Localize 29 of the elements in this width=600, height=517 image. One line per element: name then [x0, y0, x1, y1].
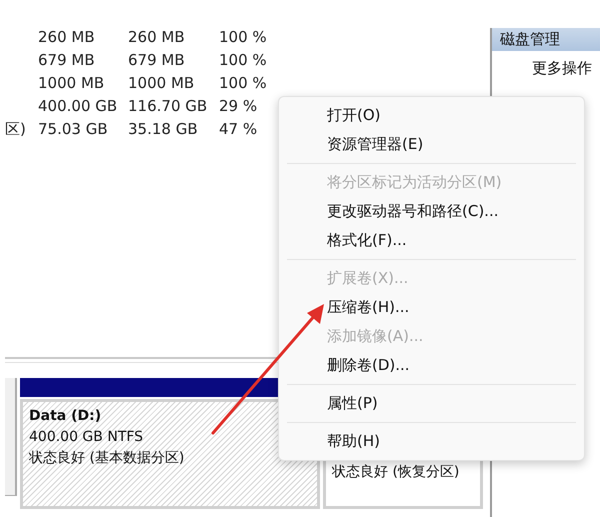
table-cell-text: 116.70 GB	[128, 96, 208, 114]
table-cell-text: 100 %	[219, 74, 268, 92]
partition-size: 400.00 GB NTFS	[29, 428, 144, 447]
table-cell-text: 100 %	[219, 50, 268, 68]
partition-status: 状态良好 (基本数据分区)	[29, 449, 186, 468]
table-cell-text: 400.00 GB	[38, 96, 118, 114]
table-cell-text: 260 MB	[128, 28, 186, 46]
menu-item[interactable]: 格式化(F)...	[279, 226, 584, 255]
action-link[interactable]: 更多操作	[492, 51, 600, 78]
menu-item[interactable]: 压缩卷(H)...	[279, 293, 584, 322]
partition-name: Data (D:)	[29, 407, 102, 426]
table-cell-text: 260 MB	[38, 28, 96, 46]
table-cell-text: 47 %	[219, 120, 258, 138]
actions-header: 磁盘管理	[492, 28, 600, 51]
table-cell-text: 75.03 GB	[38, 120, 109, 138]
table-cell-text: 29 %	[219, 96, 258, 114]
table-cell-text: 679 MB	[128, 50, 186, 68]
menu-item[interactable]: 删除卷(D)...	[279, 351, 584, 380]
table-cell-text: 1000 MB	[38, 74, 106, 92]
table-cell: 区)	[5, 120, 26, 138]
table-cell-text: 100 %	[219, 28, 268, 46]
menu-item[interactable]: 资源管理器(E)	[279, 130, 584, 159]
table-cell-text: 35.18 GB	[128, 120, 199, 138]
table-cell-text: 679 MB	[38, 50, 96, 68]
partition-status: 状态良好 (恢复分区)	[332, 463, 460, 482]
menu-item[interactable]: 更改驱动器号和路径(C)...	[279, 197, 584, 226]
partition-panel[interactable]: Data (D:) 400.00 GB NTFS 状态良好 (基本数据分区)	[20, 399, 320, 509]
menu-item[interactable]: 打开(O)	[279, 101, 584, 130]
table-cell-text: 1000 MB	[128, 74, 196, 92]
